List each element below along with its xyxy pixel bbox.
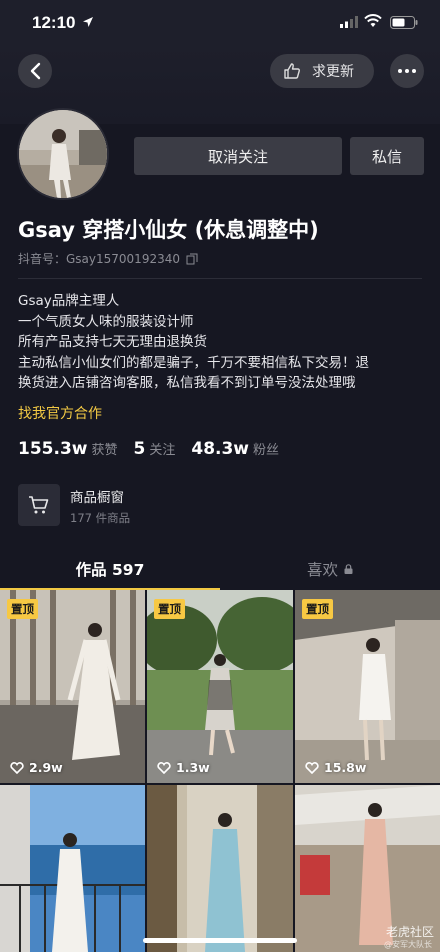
likes-label: 获赞 [91,443,118,458]
heart-icon [157,761,171,774]
more-dots-icon [398,69,402,73]
location-arrow-icon [83,17,93,27]
video-like-count: 15.8w [305,760,366,775]
shop-item-count: 177 件商品 [70,511,131,525]
shopping-cart-icon [18,484,60,526]
video-grid: 置顶 2.9w 置顶 1.3w 置顶 15.8w 老虎社区 @安军大队长 [0,590,440,952]
pinned-badge: 置顶 [154,599,185,619]
bio-line: 一个气质女人味的服装设计师 [18,313,194,330]
video-thumbnail[interactable] [147,785,293,952]
bio-line: 主动私信小仙女们的都是骗子，千万不要相信私下交易！退 [18,354,369,371]
more-dot [412,69,416,73]
following-label: 关注 [149,443,176,458]
pinned-badge: 置顶 [7,599,38,619]
request-update-button[interactable]: 求更新 [270,54,374,88]
request-update-label: 求更新 [312,64,354,80]
profile-bio: Gsay品牌主理人 一个气质女人味的服装设计师 所有产品支持七天无理由退换货 主… [18,291,428,394]
status-time: 12:10 [32,13,76,32]
shop-window-entry[interactable]: 商品橱窗 177 件商品 [18,484,422,530]
like-count-text: 15.8w [324,760,367,775]
profile-avatar[interactable] [17,108,109,200]
status-bar: 12:10 [0,0,440,46]
avatar-image [19,110,107,198]
video-thumbnail[interactable]: 置顶 2.9w [0,590,145,783]
copy-icon[interactable] [186,253,198,265]
profile-tabs: 作品 597 喜欢 [0,548,440,590]
video-thumbnail[interactable] [0,785,145,952]
bio-line: 所有产品支持七天无理由退换货 [18,334,207,350]
video-like-count: 2.9w [10,760,63,775]
like-count-text: 2.9w [29,760,63,775]
bio-line: Gsay品牌主理人 [18,293,120,309]
profile-stats: 155.3w 获赞 5 关注 48.3w 粉丝 [18,439,295,459]
lock-icon [344,564,353,574]
watermark-text: 老虎社区 [385,925,434,939]
video-like-count: 1.3w [157,760,210,775]
video-thumbnail[interactable]: 老虎社区 @安军大队长 [295,785,440,952]
chevron-left-icon [30,62,41,80]
like-count-text: 1.3w [176,760,210,775]
watermark-subtext: @安军大队长 [384,940,432,949]
thumb-up-icon [284,63,300,79]
heart-icon [10,761,24,774]
cooperation-link[interactable]: 找我官方合作 [18,403,102,423]
tab-works[interactable]: 作品 597 [0,548,220,590]
video-cover-image [147,785,293,952]
video-thumbnail[interactable]: 置顶 1.3w [147,590,293,783]
profile-name: Gsay 穿搭小仙女 (休息调整中) [18,218,319,242]
douyin-id: 抖音号：Gsay15700192340 [18,250,198,267]
douyin-id-text: 抖音号：Gsay15700192340 [18,252,180,266]
tab-works-label: 作品 597 [75,561,145,579]
tab-likes-label: 喜欢 [306,561,338,579]
likes-count[interactable]: 155.3w [18,439,87,459]
followers-label: 粉丝 [253,443,280,458]
video-cover-image [0,785,145,952]
pinned-badge: 置顶 [302,599,333,619]
heart-icon [305,761,319,774]
more-dot [405,69,409,73]
more-options-button[interactable] [390,54,424,88]
shop-title: 商品橱窗 [70,490,124,506]
followers-count[interactable]: 48.3w [191,439,249,459]
wifi-icon [364,14,382,27]
back-button[interactable] [18,54,52,88]
bio-line: 换货进入店铺咨询客服，私信我看不到订单号没法处理哦 [18,375,356,391]
following-count[interactable]: 5 [134,439,146,459]
video-thumbnail[interactable]: 置顶 15.8w [295,590,440,783]
divider [18,278,422,279]
battery-icon [390,16,418,29]
home-indicator[interactable] [143,938,297,943]
cellular-signal-icon [340,16,358,28]
unfollow-button[interactable]: 取消关注 [134,137,342,175]
message-button[interactable]: 私信 [350,137,424,175]
tab-likes[interactable]: 喜欢 [220,548,440,590]
